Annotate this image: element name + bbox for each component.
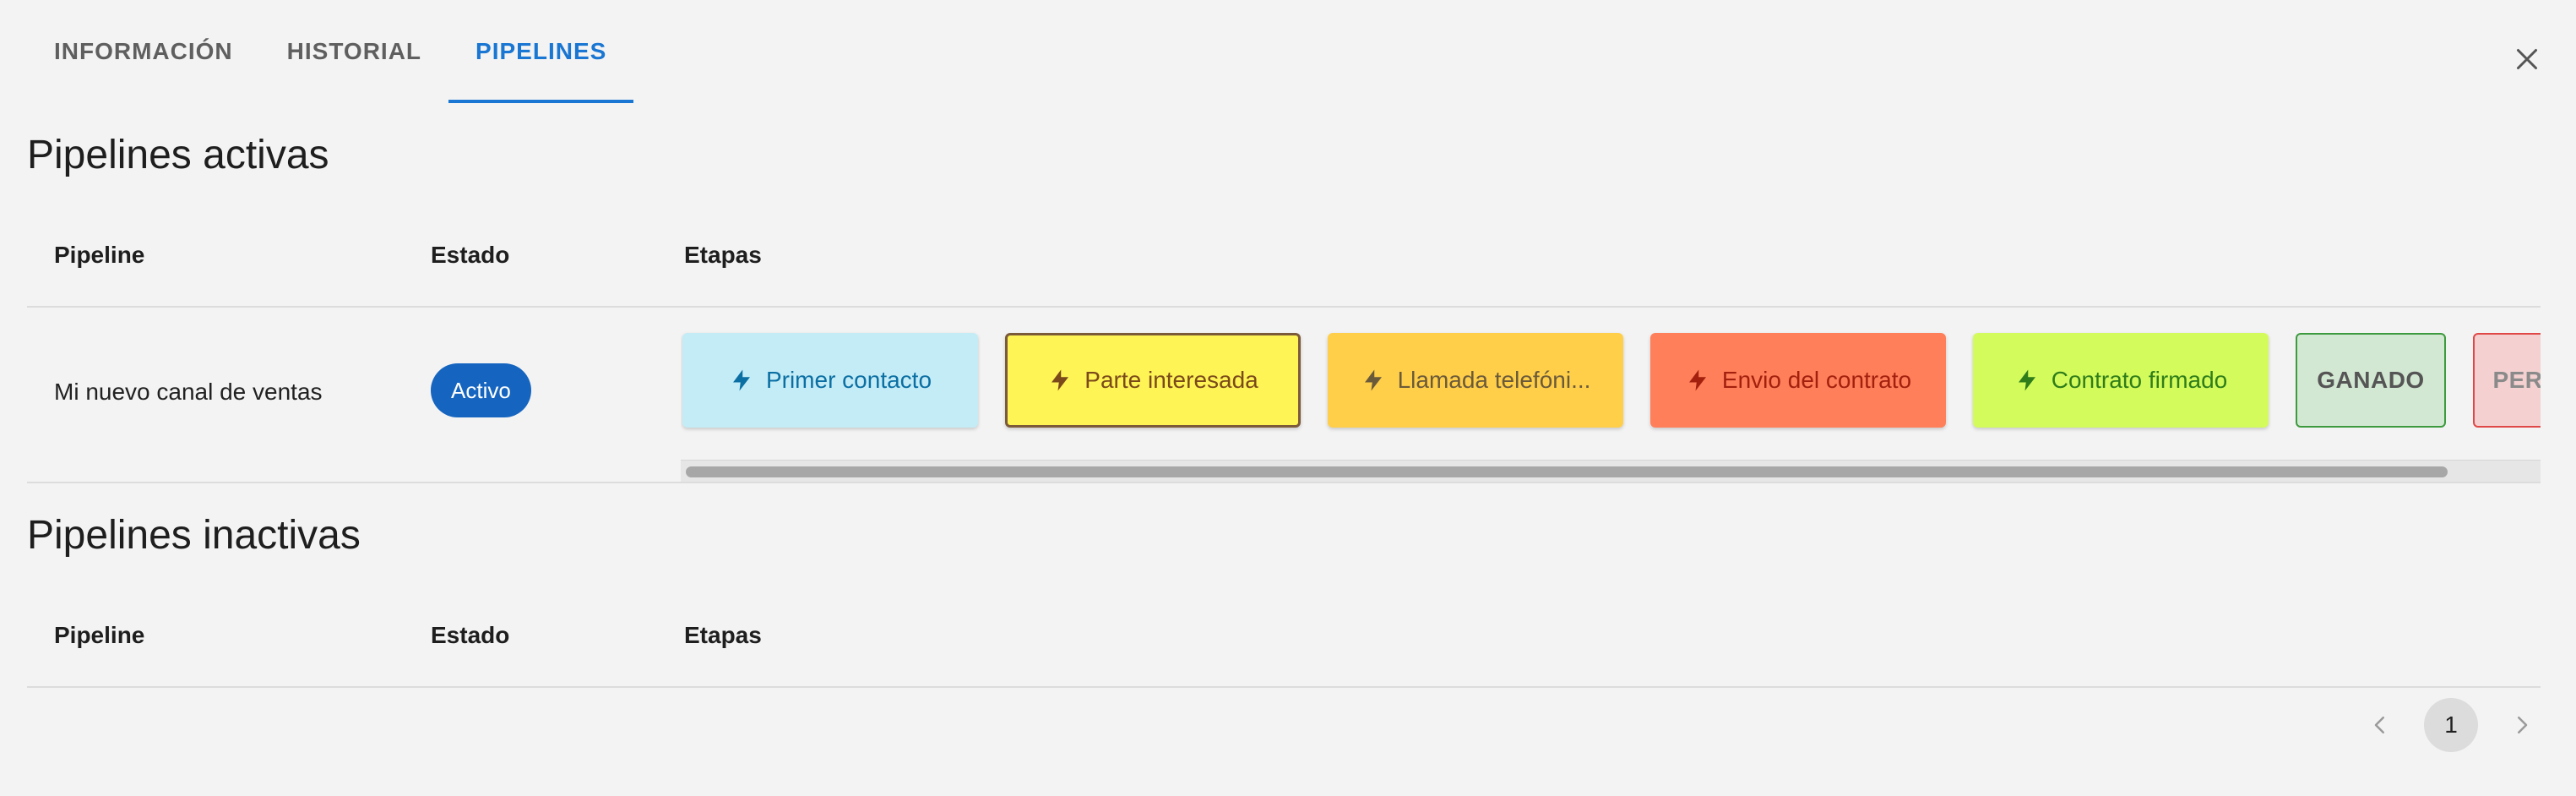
stage-label: PERDIDO: [2492, 367, 2541, 393]
chevron-left-icon: [2374, 717, 2384, 733]
stage-label: Llamada telefóni...: [1397, 367, 1591, 393]
bolt-icon: [2018, 369, 2035, 391]
chevron-right-icon: [2518, 717, 2528, 733]
stage-label: Parte interesada: [1084, 367, 1258, 393]
tab-bar: INFORMACIÓN HISTORIAL PIPELINES: [27, 0, 634, 103]
tab-pipelines[interactable]: PIPELINES: [448, 0, 634, 103]
tab-informacion[interactable]: INFORMACIÓN: [27, 0, 260, 103]
stage-chip[interactable]: Parte interesada: [1005, 333, 1301, 428]
active-pipelines-title: Pipelines activas: [27, 133, 329, 177]
scrollbar-thumb[interactable]: [686, 466, 2448, 477]
tab-historial[interactable]: HISTORIAL: [260, 0, 448, 103]
previous-page-button[interactable]: [2360, 705, 2400, 745]
status-badge: Activo: [431, 363, 531, 417]
page-number-button[interactable]: 1: [2424, 698, 2478, 752]
stages-scroll-area: Primer contacto Parte interesada Llamada t…: [681, 308, 2541, 483]
column-header-etapas: Etapas: [684, 242, 762, 268]
next-page-button[interactable]: [2502, 705, 2542, 745]
inactive-pipelines-title: Pipelines inactivas: [27, 513, 361, 558]
inactive-pipelines-table: Pipeline Estado Etapas: [27, 585, 2541, 688]
bolt-icon: [1364, 369, 1382, 391]
horizontal-scrollbar[interactable]: [681, 460, 2541, 482]
stage-label: Contrato firmado: [2051, 367, 2228, 393]
pipelines-dialog: INFORMACIÓN HISTORIAL PIPELINES Pipeline…: [0, 0, 2576, 796]
column-header-pipeline: Pipeline: [54, 622, 145, 648]
column-header-etapas: Etapas: [684, 622, 762, 648]
stage-label: GANADO: [2317, 367, 2425, 393]
stage-label: Envio del contrato: [1721, 367, 1912, 393]
close-button[interactable]: [2502, 34, 2552, 85]
table-row: Mi nuevo canal de ventas Activo Primer c…: [27, 308, 2541, 483]
stages-list: Primer contacto Parte interesada Llamada t…: [682, 333, 2541, 428]
table-header: Pipeline Estado Etapas: [27, 204, 2541, 308]
bolt-icon: [732, 369, 750, 391]
active-pipelines-table: Pipeline Estado Etapas Mi nuevo canal de…: [27, 204, 2541, 483]
stage-chip[interactable]: Envio del contrato: [1650, 333, 1946, 428]
bolt-icon: [1052, 369, 1069, 391]
stage-chip[interactable]: GANADO: [2296, 333, 2446, 428]
stage-chip[interactable]: Primer contacto: [682, 333, 978, 428]
close-icon: [2517, 49, 2537, 69]
stage-label: Primer contacto: [765, 367, 932, 393]
column-header-estado: Estado: [431, 242, 510, 268]
stage-chip[interactable]: PERDIDO: [2473, 333, 2541, 428]
pipeline-name: Mi nuevo canal de ventas: [54, 379, 323, 405]
pagination: 1: [2360, 698, 2542, 752]
table-header: Pipeline Estado Etapas: [27, 585, 2541, 688]
bolt-icon: [1688, 369, 1706, 391]
column-header-pipeline: Pipeline: [54, 242, 145, 268]
stage-chip[interactable]: Llamada telefóni...: [1328, 333, 1623, 428]
column-header-estado: Estado: [431, 622, 510, 648]
stage-chip[interactable]: Contrato firmado: [1973, 333, 2269, 428]
